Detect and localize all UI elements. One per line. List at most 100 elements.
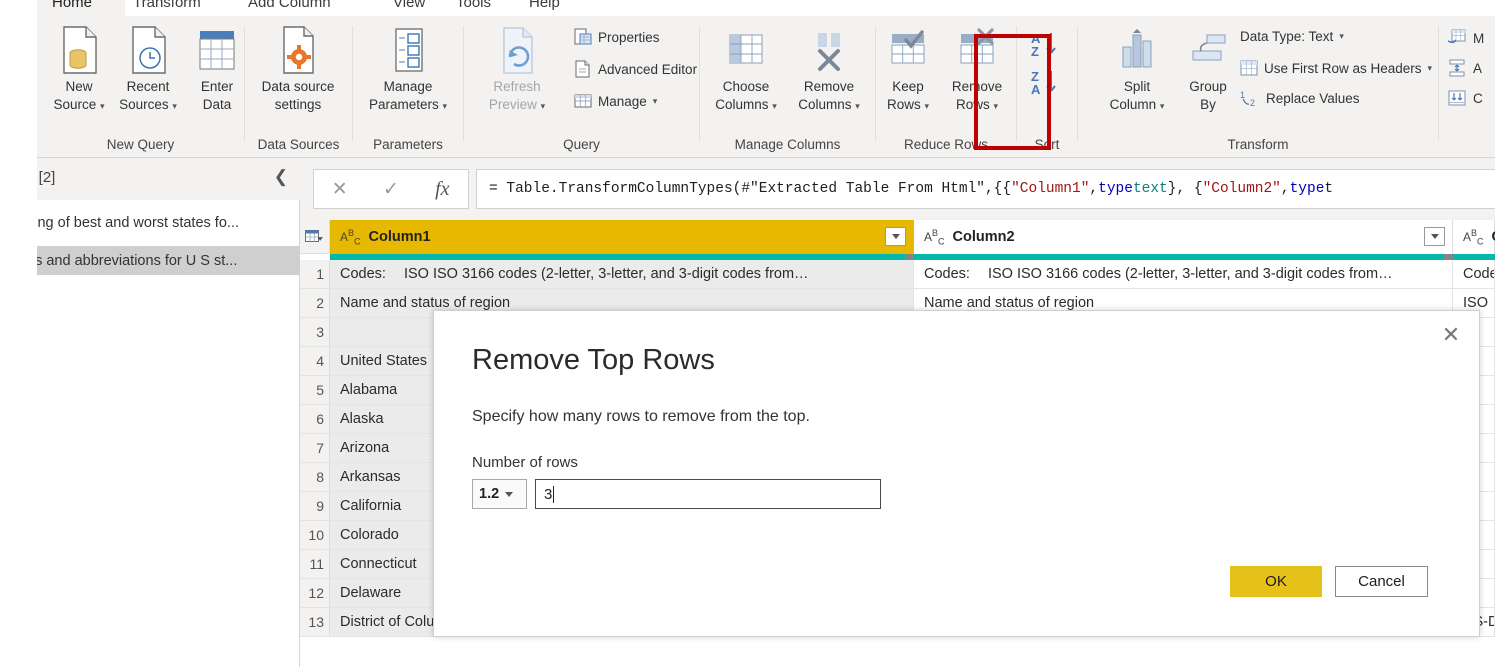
column1-filter-button[interactable] — [885, 227, 906, 246]
formula-input[interactable]: = Table.TransformColumnTypes(#"Extracted… — [476, 169, 1495, 209]
formula-token: }, { — [1167, 181, 1203, 197]
column2-type-icon: ABC — [924, 227, 945, 247]
chevron-down-icon[interactable]: ▾ — [1428, 63, 1433, 74]
manage-parameters-label-2: Parameters ▾ — [369, 97, 447, 114]
chevron-down-icon[interactable]: ▾ — [1160, 101, 1165, 111]
use-first-row-as-headers-label: Use First Row as Headers — [1264, 60, 1422, 76]
append-queries-button[interactable]: A — [1447, 59, 1482, 77]
group-label-manage-columns: Manage Columns — [734, 137, 841, 152]
split-column-label-2: Column ▾ — [1098, 97, 1176, 114]
cell-text: Arkansas — [340, 469, 401, 485]
data-source-settings-button[interactable]: Data source settings — [259, 24, 337, 112]
tab-help[interactable]: Help — [529, 0, 560, 11]
ok-button[interactable]: OK — [1230, 566, 1322, 597]
chevron-down-icon[interactable]: ▾ — [541, 101, 546, 111]
value-type-selector[interactable]: 1.2 — [472, 479, 527, 509]
svg-text:1: 1 — [1240, 90, 1245, 100]
number-of-rows-input[interactable]: 3 — [535, 479, 881, 509]
properties-button[interactable]: Properties — [574, 28, 660, 46]
chevron-down-icon[interactable]: ▾ — [443, 101, 448, 111]
tab-home[interactable]: Home — [52, 0, 92, 11]
formula-accept-icon[interactable]: ✓ — [365, 178, 416, 201]
refresh-preview-label-2-text: Preview — [488, 97, 537, 112]
merge-queries-button[interactable]: M — [1447, 29, 1484, 47]
column-header-column3[interactable]: ABC Co — [1453, 220, 1495, 254]
new-source-label-1: New — [65, 79, 93, 94]
ribbon-group-transform: Split Column ▾ Group By Data Type: Text … — [1078, 16, 1438, 158]
new-source-button[interactable]: New Source ▾ — [40, 24, 118, 114]
cell-text: Name and status of region — [924, 295, 1095, 311]
ribbon-group-combine: M A C — [1439, 16, 1495, 158]
chevron-down-icon[interactable]: ▾ — [855, 101, 860, 111]
recent-sources-label-2: Sources ▾ — [109, 97, 187, 114]
chevron-down-icon[interactable]: ▾ — [100, 101, 105, 111]
choose-columns-button[interactable]: Choose Columns ▾ — [707, 24, 785, 114]
tab-view[interactable]: View — [393, 0, 425, 11]
keep-rows-button[interactable]: Keep Rows ▾ — [872, 24, 944, 114]
row-number: 1 — [300, 260, 330, 289]
append-queries-icon — [1449, 59, 1465, 77]
refresh-icon — [478, 24, 556, 76]
formula-cancel-icon[interactable]: ✕ — [314, 178, 365, 201]
fx-icon[interactable]: fx — [417, 178, 468, 201]
chevron-down-icon[interactable]: ▾ — [772, 101, 777, 111]
combine-files-button[interactable]: C — [1447, 89, 1483, 107]
split-column-button[interactable]: Split Column ▾ — [1098, 24, 1176, 114]
recent-sources-button[interactable]: Recent Sources ▾ — [109, 24, 187, 114]
chevron-down-icon — [891, 234, 900, 239]
chevron-down-icon[interactable]: ▾ — [1339, 31, 1344, 42]
close-icon[interactable]: ✕ — [1437, 321, 1465, 349]
tab-transform[interactable]: Transform — [133, 0, 201, 11]
formula-token: , — [1280, 181, 1290, 197]
cell-column1[interactable]: Codes: ISO ISO 3166 codes (2-letter, 3-le… — [330, 260, 914, 289]
formula-token: "Column2" — [1202, 181, 1281, 197]
cancel-button[interactable]: Cancel — [1335, 566, 1428, 597]
manage-label: Manage — [598, 93, 647, 109]
column-header-column1[interactable]: ABC Column1 — [330, 220, 914, 254]
row-number: 11 — [300, 550, 330, 579]
chevron-down-icon[interactable]: ▾ — [925, 101, 930, 111]
column3-type-icon: ABC — [1463, 227, 1484, 247]
group-by-button[interactable]: Group By — [1169, 24, 1247, 112]
column-header-column2[interactable]: ABC Column2 — [914, 220, 1453, 254]
ribbon-tabstrip: Home Transform Add Column View Tools Hel… — [0, 0, 1495, 16]
remove-columns-button[interactable]: Remove Columns ▾ — [790, 24, 868, 114]
chevron-down-icon[interactable]: ▾ — [172, 101, 177, 111]
select-all-columns-button[interactable] — [300, 220, 330, 254]
combine-files-icon — [1448, 90, 1466, 106]
keep-rows-icon — [872, 24, 944, 76]
manage-button[interactable]: Manage ▾ — [574, 92, 657, 110]
cell-lead-text: Codes: — [924, 266, 970, 282]
row-number: 13 — [300, 608, 330, 637]
row-number: 3 — [300, 318, 330, 347]
query-list-item-1[interactable]: es and abbreviations for U S st... — [27, 246, 300, 275]
cell-text: California — [340, 498, 402, 514]
query-list-item-0[interactable]: king of best and worst states fo... — [27, 208, 300, 237]
query-list-item-1-label: es and abbreviations for U S st... — [27, 252, 238, 269]
replace-values-button[interactable]: 12 Replace Values — [1240, 89, 1360, 107]
remove-columns-label-1: Remove — [803, 79, 855, 94]
formula-token: text — [1132, 181, 1168, 197]
chevron-down-icon[interactable]: ▾ — [653, 96, 658, 107]
collapse-pane-icon[interactable]: ❮ — [274, 167, 288, 187]
cell-column2[interactable]: Codes: ISO ISO 3166 codes (2-letter, 3-le… — [914, 260, 1453, 289]
choose-columns-icon — [707, 24, 785, 76]
chevron-down-icon — [505, 491, 514, 497]
tab-tools[interactable]: Tools — [456, 0, 491, 11]
cell-column3[interactable]: Codes: — [1453, 260, 1495, 289]
column2-filter-button[interactable] — [1424, 227, 1445, 246]
advanced-editor-button[interactable]: Advanced Editor — [574, 60, 697, 78]
remove-top-rows-dialog: ✕ Remove Top Rows Specify how many rows … — [433, 310, 1480, 637]
formula-token: t — [1324, 181, 1334, 197]
table-row[interactable]: 1 Codes: ISO ISO 3166 codes (2-letter, 3-l… — [300, 260, 1495, 289]
manage-parameters-button[interactable]: Manage Parameters ▾ — [369, 24, 447, 114]
formula-token: type — [1289, 181, 1325, 197]
manage-grid-icon — [574, 94, 592, 108]
data-type-button[interactable]: Data Type: Text ▾ — [1240, 29, 1344, 44]
window-left-edge-lower — [0, 160, 37, 667]
refresh-preview-label-1: Refresh — [493, 79, 541, 94]
use-first-row-as-headers-button[interactable]: Use First Row as Headers ▾ — [1240, 59, 1432, 77]
merge-queries-icon — [1447, 29, 1466, 44]
tab-add-column[interactable]: Add Column — [248, 0, 331, 11]
refresh-preview-button[interactable]: Refresh Preview ▾ — [478, 24, 556, 114]
